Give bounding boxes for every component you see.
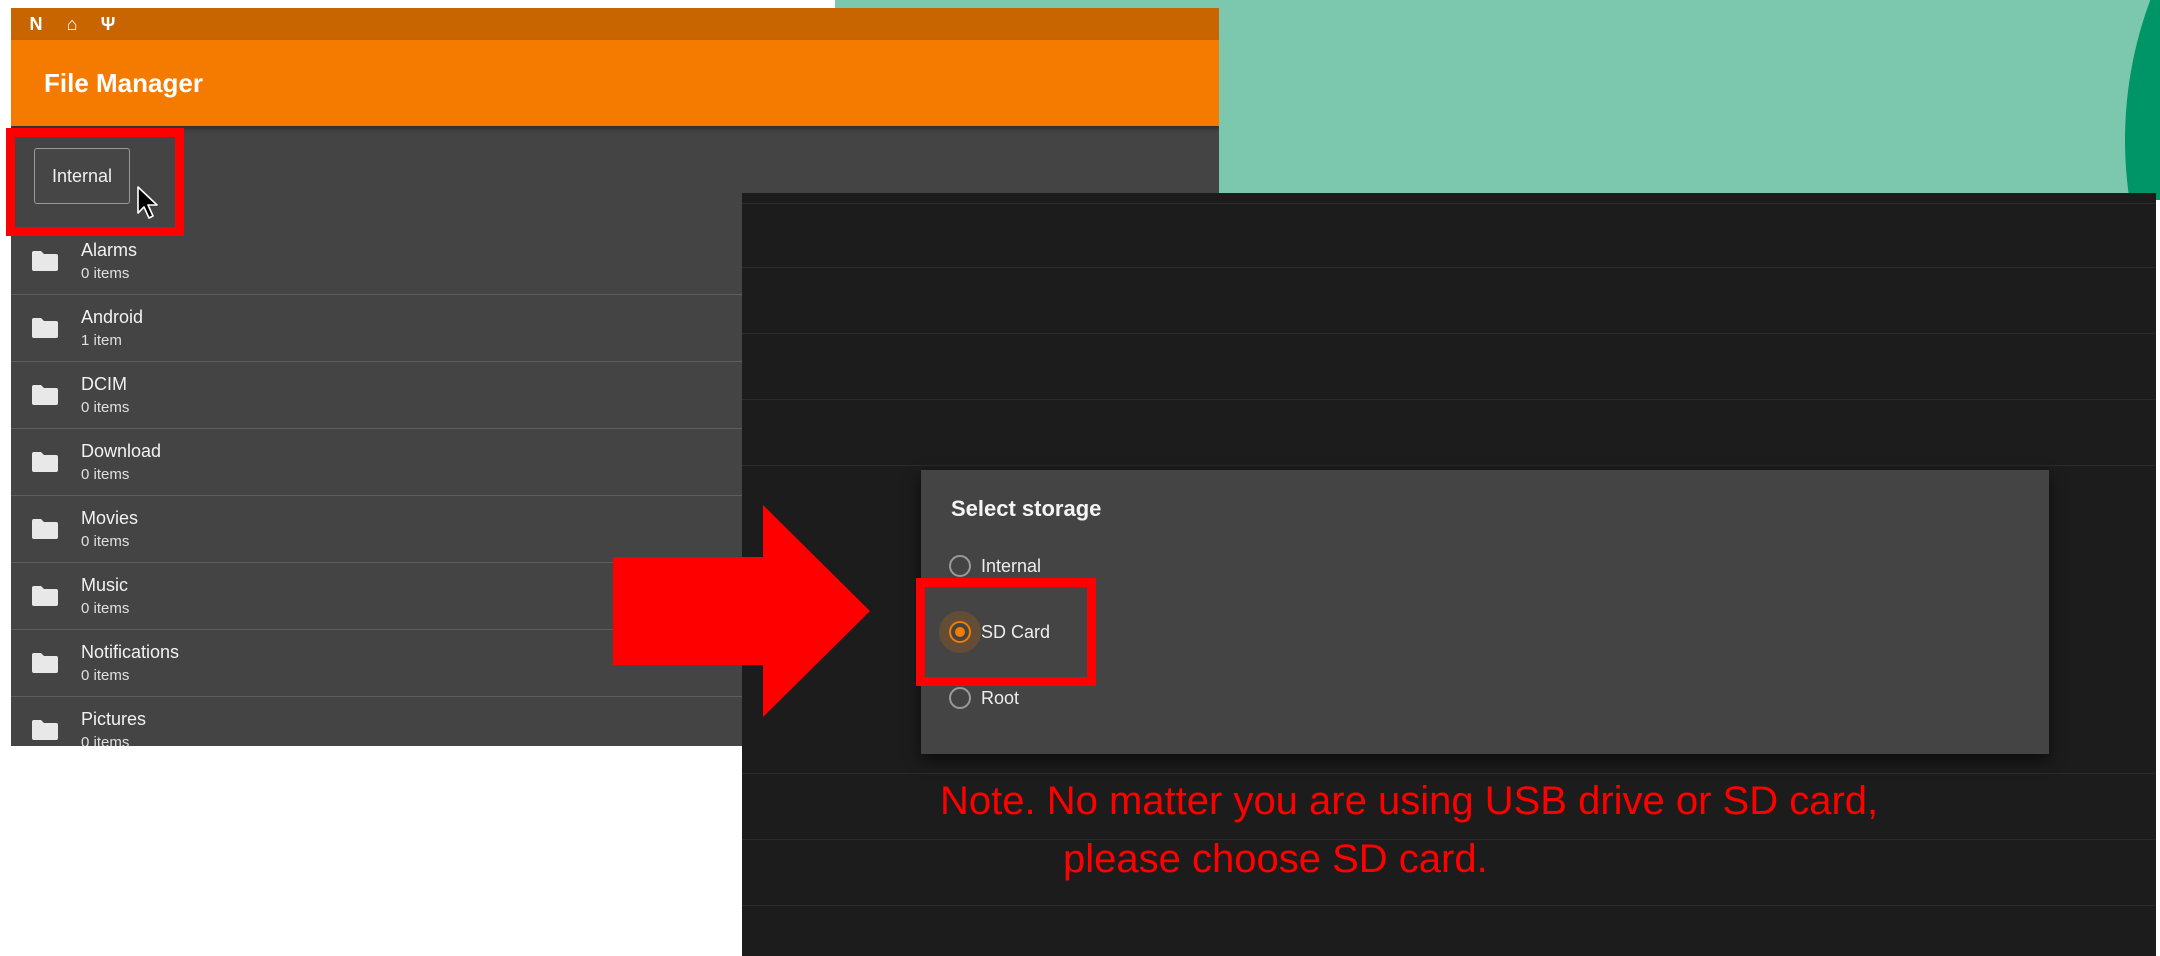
folder-item-count: 0 items [81,734,130,746]
folder-icon [32,385,58,405]
folder-item-count: 0 items [81,399,130,416]
divider [742,399,2156,400]
option-label: Internal [981,555,1042,576]
folder-item-count: 0 items [81,466,130,483]
folder-icon [32,251,58,271]
folder-item-count: 0 items [81,533,130,550]
divider [742,203,2156,204]
option-label: Root [981,687,1020,708]
folder-name: Pictures [81,709,147,729]
app-title: File Manager [44,67,203,98]
note-line-1: Note. No matter you are using USB drive … [940,779,1879,823]
status-bar: N ⌂ Ψ [11,8,1219,40]
divider [742,333,2156,334]
divider [742,905,2156,906]
note-line-2: please choose SD card. [1063,837,1488,881]
folder-name: Alarms [81,240,138,260]
divider [742,465,2156,466]
radio-internal[interactable] [949,555,971,577]
folder-item-count: 0 items [81,265,130,282]
folder-name: DCIM [81,374,127,394]
highlight-sd-card-option [916,578,1096,686]
highlight-internal-button [6,128,184,236]
option-internal[interactable]: Internal [949,552,1041,580]
folder-icon [32,519,58,539]
folder-icon [32,720,58,740]
folder-item-count: 1 item [81,332,122,349]
instruction-note: Note. No matter you are using USB drive … [940,772,1878,888]
home-icon: ⌂ [66,13,78,34]
folder-item-count: 0 items [81,667,130,684]
folder-icon [32,452,58,472]
folder-icon [32,318,58,338]
radio-root[interactable] [949,687,971,709]
option-root[interactable]: Root [949,684,1019,712]
folder-icon [32,653,58,673]
red-arrow-icon [613,505,870,717]
folder-name: Music [81,575,129,595]
folder-icon [32,586,58,606]
folder-name: Download [81,441,162,461]
dialog-title: Select storage [951,496,1102,521]
background-dark-green-circle [2125,0,2160,200]
usb-icon: Ψ [100,13,116,34]
app-bar: File Manager [11,40,1219,126]
folder-name: Notifications [81,642,180,662]
folder-item-count: 0 items [81,600,130,617]
n-logo-icon: N [29,13,43,34]
divider [742,267,2156,268]
folder-name: Android [81,307,144,327]
folder-name: Movies [81,508,139,528]
